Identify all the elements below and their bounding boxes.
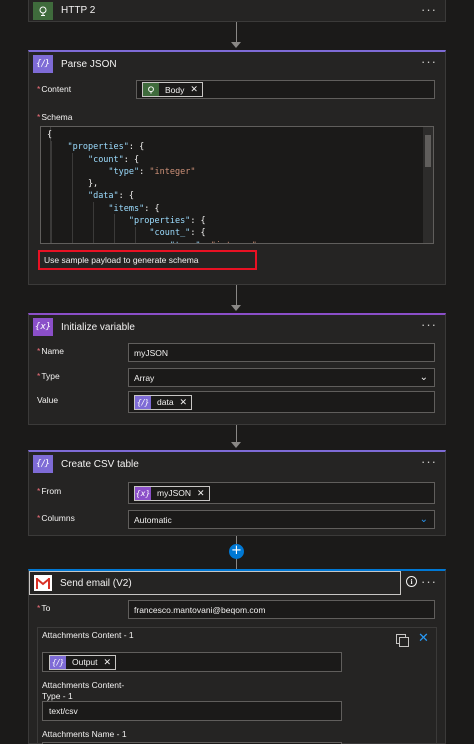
editor-scrollbar[interactable] (423, 127, 433, 243)
schema-code-line: "properties": { (67, 142, 145, 153)
braces-icon: {/} (135, 395, 151, 409)
connector-line (236, 425, 237, 442)
more-options-icon[interactable]: ··· (421, 3, 437, 16)
remove-token-icon[interactable]: ✕ (104, 657, 112, 668)
content-row: *Content Body ✕ (37, 80, 435, 102)
content-label: *Content (37, 84, 72, 94)
schema-code-line: "items": { (108, 203, 160, 214)
http-2-title: HTTP 2 (61, 5, 96, 16)
from-label: *From (37, 486, 62, 496)
to-label: *To (37, 603, 51, 613)
schema-code-line: "properties": { (128, 216, 206, 227)
attachments-name-label: Attachments Name - 1 (42, 729, 127, 739)
from-input[interactable]: {x} myJSON ✕ (128, 482, 435, 504)
info-icon[interactable]: i (406, 576, 417, 587)
globe-icon (143, 83, 159, 96)
to-row: *To francesco.mantovani@beqom.com (37, 600, 435, 620)
variable-icon: {x} (33, 318, 53, 336)
name-input[interactable]: myJSON (128, 343, 435, 362)
init-variable-card: {x} Initialize variable ··· *Name myJSON… (28, 313, 446, 425)
type-value: Array (134, 372, 155, 383)
send-email-card: Send email (V2) i ··· *To francesco.mant… (28, 569, 446, 744)
body-token[interactable]: Body ✕ (142, 82, 203, 97)
scroll-thumb[interactable] (425, 135, 431, 167)
schema-editor[interactable]: { "properties": { "count": { "type": "in… (40, 126, 434, 244)
name-label: *Name (37, 346, 64, 356)
http-2-card[interactable]: HTTP 2 ··· (28, 0, 446, 22)
attachments-content-label: Attachments Content - 1 (42, 630, 134, 640)
http-2-header[interactable]: HTTP 2 ··· (29, 0, 445, 21)
chevron-down-icon[interactable]: ⌄ (420, 514, 428, 525)
schema-code-line: }, (47, 179, 99, 190)
parse-json-header[interactable]: {/} Parse JSON ··· (29, 52, 445, 76)
value-label: Value (37, 395, 59, 405)
schema-code-line: { (47, 130, 53, 140)
to-input[interactable]: francesco.mantovani@beqom.com (128, 600, 435, 619)
send-email-header[interactable]: Send email (V2) (29, 571, 401, 595)
columns-label: *Columns (37, 513, 75, 523)
schema-code-line: "data": { (87, 191, 135, 202)
schema-label: *Schema (37, 112, 73, 122)
schema-code-line: "count_": { (149, 228, 206, 239)
data-token-label: data (157, 397, 174, 407)
from-row: *From {x} myJSON ✕ (37, 482, 435, 504)
attachments-type-input[interactable]: text/csv (42, 701, 342, 721)
schema-code-lines: { "properties": { "count": { "type": "in… (47, 129, 257, 243)
more-options-icon[interactable]: ··· (421, 575, 437, 588)
copy-icon[interactable] (396, 634, 409, 647)
connector-arrow-icon (231, 42, 241, 48)
type-select[interactable]: Array ⌄ (128, 368, 435, 387)
attachments-content-input[interactable]: {/} Output ✕ (42, 652, 342, 672)
variable-icon: {x} (135, 486, 151, 500)
output-token-label: Output (72, 657, 98, 667)
connector-arrow-icon (231, 305, 241, 311)
chevron-down-icon[interactable]: ⌄ (420, 372, 428, 383)
braces-icon: {/} (50, 655, 66, 669)
globe-icon (33, 1, 53, 20)
send-email-title: Send email (V2) (60, 577, 132, 589)
attachments-section: Attachments Content - 1 ✕ {/} Output ✕ A… (37, 627, 437, 744)
csv-table-header[interactable]: {/} Create CSV table ··· (29, 452, 445, 476)
schema-code-line: "type": "integer" (47, 240, 257, 243)
schema-code-line: "type": "integer" (108, 166, 196, 177)
content-input[interactable]: Body ✕ (136, 80, 435, 99)
value-input[interactable]: {/} data ✕ (128, 391, 435, 413)
connector-line (236, 22, 237, 42)
init-variable-header[interactable]: {x} Initialize variable ··· (29, 315, 445, 339)
connector-arrow-icon (231, 442, 241, 448)
csv-table-card: {/} Create CSV table ··· *From {x} myJSO… (28, 450, 446, 536)
columns-row: *Columns Automatic ⌄ (37, 510, 435, 530)
more-options-icon[interactable]: ··· (421, 318, 437, 331)
name-row: *Name myJSON (37, 343, 435, 363)
sample-payload-link[interactable]: Use sample payload to generate schema (38, 250, 257, 270)
body-token-label: Body (165, 84, 185, 95)
more-options-icon[interactable]: ··· (421, 55, 437, 68)
myjson-token-label: myJSON (157, 488, 191, 498)
type-row: *Type Array ⌄ (37, 368, 435, 388)
attachments-type-label: Attachments Content-Type - 1 (42, 680, 125, 701)
close-icon[interactable]: ✕ (418, 630, 429, 646)
schema-code-line: "count": { (87, 154, 140, 165)
value-row: Value {/} data ✕ (37, 391, 435, 413)
columns-select[interactable]: Automatic ⌄ (128, 510, 435, 529)
remove-token-icon[interactable]: ✕ (180, 397, 188, 408)
type-label: *Type (37, 371, 60, 381)
columns-value: Automatic (134, 514, 172, 525)
init-variable-title: Initialize variable (61, 321, 135, 333)
output-token[interactable]: {/} Output ✕ (49, 654, 117, 670)
gmail-icon (34, 575, 52, 591)
remove-token-icon[interactable]: ✕ (190, 84, 198, 95)
add-step-button[interactable]: + (229, 544, 244, 559)
parse-json-title: Parse JSON (61, 58, 117, 70)
myjson-token[interactable]: {x} myJSON ✕ (134, 485, 210, 501)
more-options-icon[interactable]: ··· (421, 455, 437, 468)
remove-token-icon[interactable]: ✕ (197, 488, 205, 499)
data-token[interactable]: {/} data ✕ (134, 394, 193, 410)
braces-icon: {/} (33, 455, 53, 473)
connector-line (236, 285, 237, 305)
braces-icon: {/} (33, 55, 53, 73)
csv-table-title: Create CSV table (61, 458, 139, 470)
